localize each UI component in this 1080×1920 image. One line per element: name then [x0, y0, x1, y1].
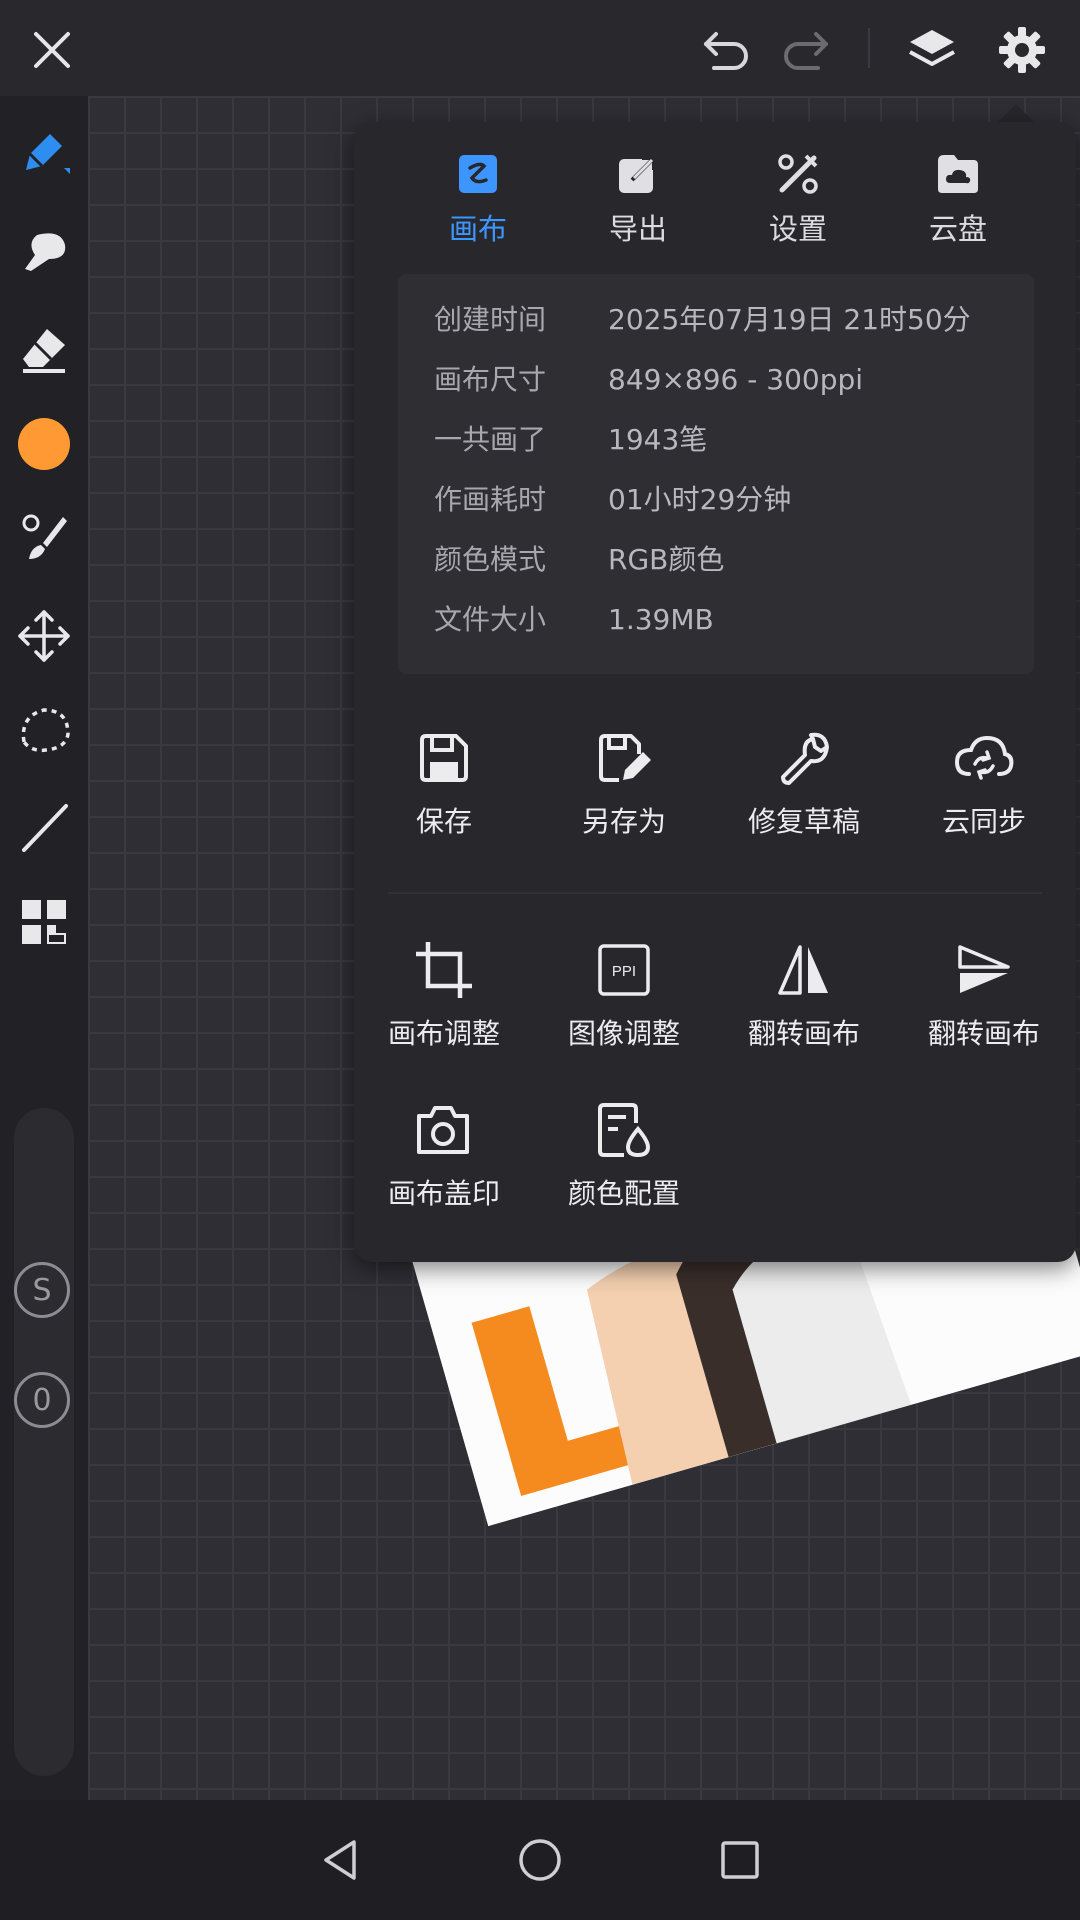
tab-export[interactable]: 导出	[558, 150, 718, 248]
info-row-size: 画布尺寸 849×896 - 300ppi	[434, 363, 864, 396]
undo-icon[interactable]	[694, 18, 758, 82]
crop-icon	[354, 938, 534, 1002]
svg-text:PPI: PPI	[612, 963, 636, 980]
grid-icon[interactable]	[12, 890, 76, 954]
info-row-duration: 作画耗时 01小时29分钟	[434, 483, 792, 516]
canvas-menu-panel: 画布 导出 设置 云盘 创建时间 2025年07月19日 21时50分 画布尺寸 8…	[354, 122, 1076, 1262]
s-toggle[interactable]: S	[14, 1262, 70, 1318]
panel-pointer	[996, 104, 1036, 124]
brush-size-slider[interactable]	[14, 1108, 74, 1776]
cloud-sync-button[interactable]: 云同步	[894, 726, 1074, 840]
opacity-toggle[interactable]: 0	[14, 1372, 70, 1428]
back-nav-icon[interactable]	[310, 1830, 370, 1890]
info-row-file-size: 文件大小 1.39MB	[434, 603, 714, 636]
section-divider	[388, 892, 1042, 894]
tab-canvas[interactable]: 画布	[398, 150, 558, 248]
brush-picker-icon[interactable]	[12, 506, 76, 570]
tools-icon	[778, 154, 818, 194]
ppi-icon: PPI	[534, 938, 714, 1002]
lasso-icon[interactable]	[12, 698, 76, 762]
toolbar-separator	[868, 28, 870, 68]
layers-icon[interactable]	[900, 18, 964, 82]
info-row-created: 创建时间 2025年07月19日 21时50分	[434, 303, 971, 336]
info-row-strokes: 一共画了 1943笔	[434, 423, 708, 456]
color-profile-icon	[534, 1098, 714, 1162]
canvas-tab-icon	[459, 155, 497, 193]
close-icon[interactable]	[20, 18, 84, 82]
system-navigation-bar	[0, 1800, 1080, 1920]
tab-settings[interactable]: 设置	[718, 150, 878, 248]
panel-tabs: 画布 导出 设置 云盘	[354, 122, 1076, 264]
redo-icon[interactable]	[774, 18, 838, 82]
flip-horizontal-button[interactable]: 翻转画布	[714, 938, 894, 1052]
tab-cloud[interactable]: 云盘	[878, 150, 1038, 248]
line-icon[interactable]	[12, 796, 76, 860]
move-icon[interactable]	[12, 604, 76, 668]
canvas-adjust-button[interactable]: 画布调整	[354, 938, 534, 1052]
canvas-info-card: 创建时间 2025年07月19日 21时50分 画布尺寸 849×896 - 300…	[398, 274, 1034, 674]
cloud-sync-icon	[894, 726, 1074, 790]
recents-nav-icon[interactable]	[710, 1830, 770, 1890]
smudge-icon[interactable]	[12, 220, 76, 284]
camera-icon	[354, 1098, 534, 1162]
eraser-icon[interactable]	[12, 318, 76, 382]
color-profile-button[interactable]: 颜色配置	[534, 1098, 714, 1212]
flip-vertical-icon	[894, 938, 1074, 1002]
image-adjust-button[interactable]: PPI 图像调整	[534, 938, 714, 1052]
save-icon	[354, 726, 534, 790]
export-icon	[619, 156, 656, 193]
save-button[interactable]: 保存	[354, 726, 534, 840]
top-toolbar	[0, 0, 1080, 96]
canvas-stamp-button[interactable]: 画布盖印	[354, 1098, 534, 1212]
repair-draft-button[interactable]: 修复草稿	[714, 726, 894, 840]
wrench-icon	[714, 726, 894, 790]
cloud-disk-icon	[938, 155, 978, 193]
pen-icon[interactable]	[12, 122, 76, 186]
save-as-button[interactable]: 另存为	[534, 726, 714, 840]
flip-horizontal-icon	[714, 938, 894, 1002]
flip-vertical-button[interactable]: 翻转画布	[894, 938, 1074, 1052]
color-swatch[interactable]	[12, 412, 76, 476]
gear-icon[interactable]	[990, 18, 1054, 82]
save-as-icon	[534, 726, 714, 790]
home-nav-icon[interactable]	[510, 1830, 570, 1890]
info-row-color-mode: 颜色模式 RGB颜色	[434, 543, 725, 576]
left-toolbar: S 0	[0, 96, 88, 1800]
